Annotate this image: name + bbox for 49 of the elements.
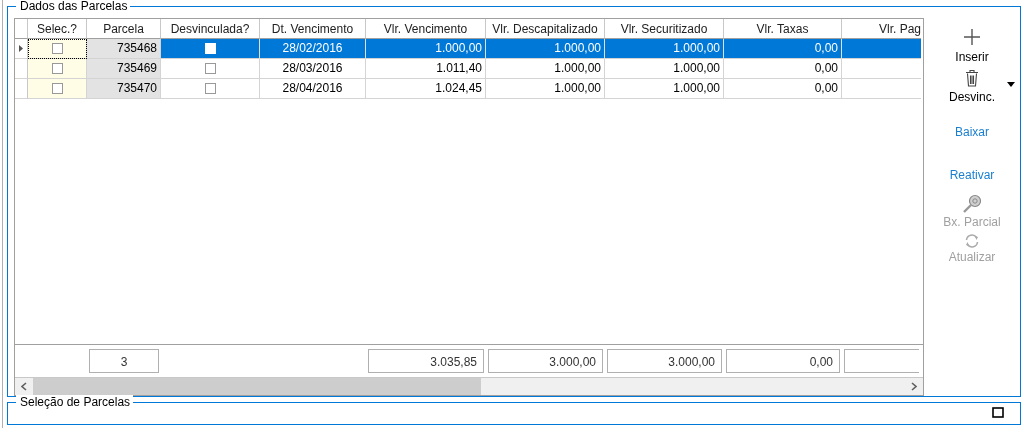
table-cell: 1.000,00 [486,79,605,99]
key-icon [962,194,982,214]
table-cell: 735469 [87,59,161,79]
table-cell: 1.000,00 [605,39,724,59]
group-title: Dados das Parcelas [16,0,131,13]
scroll-right-icon[interactable] [911,382,917,391]
table-cell: 1.024,45 [366,79,486,99]
link[interactable]: Reativar [949,168,995,182]
table-cell: 1.000,00 [605,59,724,79]
table-cell: 28/04/2016 [260,79,366,99]
horizontal-scrollbar[interactable] [15,377,923,395]
table-cell: 1.000,00 [605,79,724,99]
table-cell: 735470 [87,79,161,99]
checkbox[interactable] [51,43,63,54]
toolbar-button[interactable]: Inserir [955,28,989,64]
checkbox[interactable] [51,63,63,74]
scroll-left-icon[interactable] [21,382,27,391]
table-cell: 1.000,00 [486,39,605,59]
table-cell: 0,00 [724,59,842,79]
table-cell: 1.011,40 [366,59,486,79]
table-cell: 735468 [87,39,161,59]
table-cell: 0,00 [724,39,842,59]
table-cell: 28/03/2016 [260,59,366,79]
total-field: 3.000,00 [607,349,722,373]
group-title: Seleção de Parcelas [16,395,134,409]
maximize-icon[interactable] [992,407,1004,418]
table-row[interactable]: 735469 28/03/2016 1.011,40 1.000,00 1.000,00 0,00 [15,59,923,79]
table-cell: 28/02/2016 [260,39,366,59]
table-cell: 1.000,00 [486,59,605,79]
plus-icon [963,28,981,46]
table-row[interactable]: 735470 28/04/2016 1.024,45 1.000,00 1.000,00 0,00 [15,79,923,99]
checkbox[interactable] [204,63,216,74]
link[interactable]: Baixar [955,125,989,139]
total-field: 3.000,00 [488,349,603,373]
total-field: 3 [89,349,159,373]
total-field: 0,00 [726,349,840,373]
table-cell: 1.000,00 [366,39,486,59]
checkbox[interactable] [51,83,63,94]
scrollbar-thumb[interactable] [33,378,481,395]
dropdown-arrow-icon[interactable] [1007,82,1015,87]
table-cell: 0,00 [724,79,842,99]
header-corner [15,19,28,39]
refresh-icon [964,233,980,249]
toolbar-button[interactable]: Desvinc. [949,69,995,105]
trash-icon [965,69,979,87]
checkbox[interactable] [204,83,216,94]
total-field: 3.035,85 [368,349,484,373]
table-row[interactable]: 735468 28/02/2016 1.000,00 1.000,00 1.000,00 0,00 [15,39,923,59]
current-row-icon [19,45,23,52]
